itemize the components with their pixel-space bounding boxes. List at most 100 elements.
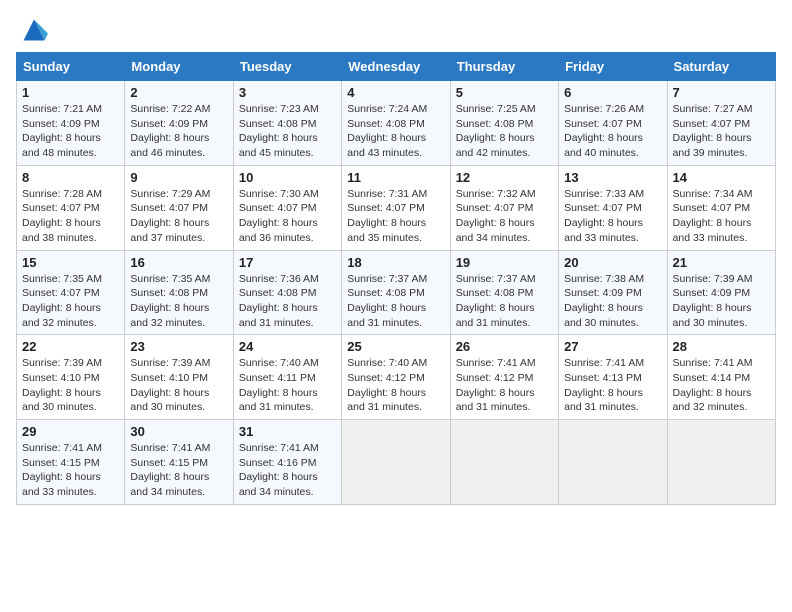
- day-number: 22: [22, 339, 119, 354]
- day-info: Sunrise: 7:34 AM Sunset: 4:07 PM Dayligh…: [673, 187, 770, 246]
- day-info: Sunrise: 7:39 AM Sunset: 4:10 PM Dayligh…: [130, 356, 227, 415]
- day-number: 7: [673, 85, 770, 100]
- logo: [16, 16, 50, 44]
- day-info: Sunrise: 7:39 AM Sunset: 4:10 PM Dayligh…: [22, 356, 119, 415]
- day-info: Sunrise: 7:25 AM Sunset: 4:08 PM Dayligh…: [456, 102, 553, 161]
- day-number: 10: [239, 170, 336, 185]
- day-number: 29: [22, 424, 119, 439]
- weekday-header-thursday: Thursday: [450, 53, 558, 81]
- day-info: Sunrise: 7:33 AM Sunset: 4:07 PM Dayligh…: [564, 187, 661, 246]
- day-cell: 26 Sunrise: 7:41 AM Sunset: 4:12 PM Dayl…: [450, 335, 558, 420]
- day-cell: [450, 420, 558, 505]
- day-number: 25: [347, 339, 444, 354]
- day-cell: 8 Sunrise: 7:28 AM Sunset: 4:07 PM Dayli…: [17, 165, 125, 250]
- day-info: Sunrise: 7:40 AM Sunset: 4:12 PM Dayligh…: [347, 356, 444, 415]
- week-row-2: 8 Sunrise: 7:28 AM Sunset: 4:07 PM Dayli…: [17, 165, 776, 250]
- weekday-header-friday: Friday: [559, 53, 667, 81]
- day-info: Sunrise: 7:40 AM Sunset: 4:11 PM Dayligh…: [239, 356, 336, 415]
- day-cell: 4 Sunrise: 7:24 AM Sunset: 4:08 PM Dayli…: [342, 81, 450, 166]
- day-info: Sunrise: 7:37 AM Sunset: 4:08 PM Dayligh…: [456, 272, 553, 331]
- day-number: 27: [564, 339, 661, 354]
- day-info: Sunrise: 7:28 AM Sunset: 4:07 PM Dayligh…: [22, 187, 119, 246]
- day-cell: [559, 420, 667, 505]
- day-info: Sunrise: 7:41 AM Sunset: 4:15 PM Dayligh…: [22, 441, 119, 500]
- week-row-1: 1 Sunrise: 7:21 AM Sunset: 4:09 PM Dayli…: [17, 81, 776, 166]
- day-number: 6: [564, 85, 661, 100]
- day-cell: 22 Sunrise: 7:39 AM Sunset: 4:10 PM Dayl…: [17, 335, 125, 420]
- day-cell: 31 Sunrise: 7:41 AM Sunset: 4:16 PM Dayl…: [233, 420, 341, 505]
- day-info: Sunrise: 7:41 AM Sunset: 4:12 PM Dayligh…: [456, 356, 553, 415]
- day-cell: 19 Sunrise: 7:37 AM Sunset: 4:08 PM Dayl…: [450, 250, 558, 335]
- day-number: 13: [564, 170, 661, 185]
- day-info: Sunrise: 7:27 AM Sunset: 4:07 PM Dayligh…: [673, 102, 770, 161]
- day-cell: 1 Sunrise: 7:21 AM Sunset: 4:09 PM Dayli…: [17, 81, 125, 166]
- weekday-header-saturday: Saturday: [667, 53, 775, 81]
- day-info: Sunrise: 7:35 AM Sunset: 4:08 PM Dayligh…: [130, 272, 227, 331]
- day-number: 2: [130, 85, 227, 100]
- day-cell: 2 Sunrise: 7:22 AM Sunset: 4:09 PM Dayli…: [125, 81, 233, 166]
- day-info: Sunrise: 7:24 AM Sunset: 4:08 PM Dayligh…: [347, 102, 444, 161]
- day-cell: 11 Sunrise: 7:31 AM Sunset: 4:07 PM Dayl…: [342, 165, 450, 250]
- day-number: 11: [347, 170, 444, 185]
- page-header: [16, 16, 776, 44]
- weekday-header-tuesday: Tuesday: [233, 53, 341, 81]
- day-number: 14: [673, 170, 770, 185]
- day-info: Sunrise: 7:32 AM Sunset: 4:07 PM Dayligh…: [456, 187, 553, 246]
- day-info: Sunrise: 7:38 AM Sunset: 4:09 PM Dayligh…: [564, 272, 661, 331]
- day-cell: [342, 420, 450, 505]
- day-number: 20: [564, 255, 661, 270]
- day-number: 26: [456, 339, 553, 354]
- day-cell: 9 Sunrise: 7:29 AM Sunset: 4:07 PM Dayli…: [125, 165, 233, 250]
- day-number: 4: [347, 85, 444, 100]
- day-number: 17: [239, 255, 336, 270]
- weekday-header-monday: Monday: [125, 53, 233, 81]
- day-number: 8: [22, 170, 119, 185]
- day-info: Sunrise: 7:36 AM Sunset: 4:08 PM Dayligh…: [239, 272, 336, 331]
- day-info: Sunrise: 7:31 AM Sunset: 4:07 PM Dayligh…: [347, 187, 444, 246]
- day-number: 15: [22, 255, 119, 270]
- day-cell: 18 Sunrise: 7:37 AM Sunset: 4:08 PM Dayl…: [342, 250, 450, 335]
- day-number: 18: [347, 255, 444, 270]
- day-cell: 28 Sunrise: 7:41 AM Sunset: 4:14 PM Dayl…: [667, 335, 775, 420]
- day-cell: 29 Sunrise: 7:41 AM Sunset: 4:15 PM Dayl…: [17, 420, 125, 505]
- day-cell: 17 Sunrise: 7:36 AM Sunset: 4:08 PM Dayl…: [233, 250, 341, 335]
- day-cell: 24 Sunrise: 7:40 AM Sunset: 4:11 PM Dayl…: [233, 335, 341, 420]
- day-info: Sunrise: 7:39 AM Sunset: 4:09 PM Dayligh…: [673, 272, 770, 331]
- day-cell: 14 Sunrise: 7:34 AM Sunset: 4:07 PM Dayl…: [667, 165, 775, 250]
- week-row-3: 15 Sunrise: 7:35 AM Sunset: 4:07 PM Dayl…: [17, 250, 776, 335]
- day-number: 16: [130, 255, 227, 270]
- day-info: Sunrise: 7:30 AM Sunset: 4:07 PM Dayligh…: [239, 187, 336, 246]
- day-info: Sunrise: 7:26 AM Sunset: 4:07 PM Dayligh…: [564, 102, 661, 161]
- day-number: 28: [673, 339, 770, 354]
- day-cell: 25 Sunrise: 7:40 AM Sunset: 4:12 PM Dayl…: [342, 335, 450, 420]
- day-info: Sunrise: 7:41 AM Sunset: 4:16 PM Dayligh…: [239, 441, 336, 500]
- day-cell: 21 Sunrise: 7:39 AM Sunset: 4:09 PM Dayl…: [667, 250, 775, 335]
- day-info: Sunrise: 7:37 AM Sunset: 4:08 PM Dayligh…: [347, 272, 444, 331]
- day-number: 23: [130, 339, 227, 354]
- day-cell: 20 Sunrise: 7:38 AM Sunset: 4:09 PM Dayl…: [559, 250, 667, 335]
- day-info: Sunrise: 7:41 AM Sunset: 4:14 PM Dayligh…: [673, 356, 770, 415]
- day-number: 24: [239, 339, 336, 354]
- day-info: Sunrise: 7:35 AM Sunset: 4:07 PM Dayligh…: [22, 272, 119, 331]
- day-cell: 5 Sunrise: 7:25 AM Sunset: 4:08 PM Dayli…: [450, 81, 558, 166]
- day-number: 3: [239, 85, 336, 100]
- day-number: 31: [239, 424, 336, 439]
- day-number: 19: [456, 255, 553, 270]
- weekday-header-wednesday: Wednesday: [342, 53, 450, 81]
- day-info: Sunrise: 7:22 AM Sunset: 4:09 PM Dayligh…: [130, 102, 227, 161]
- day-info: Sunrise: 7:41 AM Sunset: 4:15 PM Dayligh…: [130, 441, 227, 500]
- day-cell: 27 Sunrise: 7:41 AM Sunset: 4:13 PM Dayl…: [559, 335, 667, 420]
- day-number: 5: [456, 85, 553, 100]
- day-cell: 3 Sunrise: 7:23 AM Sunset: 4:08 PM Dayli…: [233, 81, 341, 166]
- day-info: Sunrise: 7:21 AM Sunset: 4:09 PM Dayligh…: [22, 102, 119, 161]
- day-cell: 16 Sunrise: 7:35 AM Sunset: 4:08 PM Dayl…: [125, 250, 233, 335]
- day-number: 1: [22, 85, 119, 100]
- day-info: Sunrise: 7:29 AM Sunset: 4:07 PM Dayligh…: [130, 187, 227, 246]
- logo-icon: [20, 16, 48, 44]
- day-cell: 23 Sunrise: 7:39 AM Sunset: 4:10 PM Dayl…: [125, 335, 233, 420]
- day-info: Sunrise: 7:41 AM Sunset: 4:13 PM Dayligh…: [564, 356, 661, 415]
- day-number: 30: [130, 424, 227, 439]
- day-cell: 12 Sunrise: 7:32 AM Sunset: 4:07 PM Dayl…: [450, 165, 558, 250]
- day-number: 21: [673, 255, 770, 270]
- weekday-header-row: SundayMondayTuesdayWednesdayThursdayFrid…: [17, 53, 776, 81]
